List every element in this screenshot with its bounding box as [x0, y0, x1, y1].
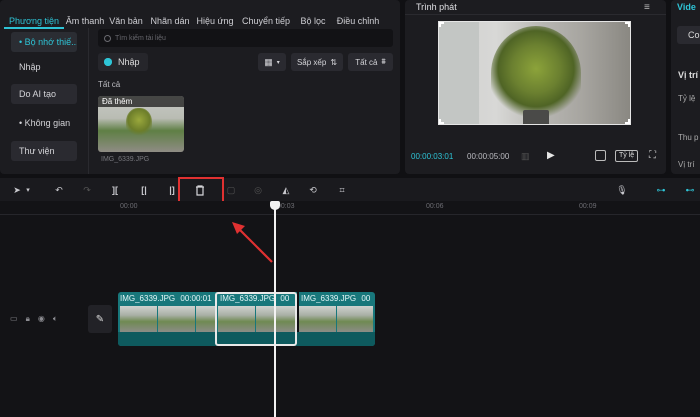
video-preview[interactable]: [438, 21, 631, 125]
import-button[interactable]: Nhập: [98, 53, 148, 71]
inspector-tab[interactable]: Co: [677, 26, 700, 44]
clip-3[interactable]: IMG_6339.JPG 00: [299, 293, 375, 305]
sidebar-item-library[interactable]: Thư viện: [11, 141, 77, 161]
playhead-line[interactable]: [274, 204, 276, 417]
search-input[interactable]: Tìm kiếm tài liệu: [98, 29, 393, 47]
sort-button[interactable]: Sắp xếp ⇅: [291, 53, 343, 71]
selected-clip-outline[interactable]: [215, 292, 297, 346]
ratio-button[interactable]: Tỷ lệ: [615, 150, 639, 162]
rotate-icon[interactable]: ⟲: [304, 182, 322, 198]
preview-handle-br[interactable]: [625, 119, 630, 124]
arrow-shaft: [236, 226, 273, 263]
current-time: 00:00:03:01: [411, 152, 454, 161]
player-title: Trình phát: [416, 2, 457, 12]
timeline-view-icon[interactable]: ▥: [521, 151, 530, 162]
edit-cover-button[interactable]: ✎: [88, 305, 112, 333]
import-radio-icon: [104, 58, 112, 66]
player-menu-icon[interactable]: ≡: [644, 2, 650, 13]
player-divider: [405, 14, 666, 15]
preview-handle-tr[interactable]: [625, 22, 630, 27]
fullscreen-icon[interactable]: ⛶: [649, 150, 656, 161]
search-icon: [104, 34, 111, 42]
section-title: Tất cả: [98, 80, 121, 89]
redo-icon[interactable]: ↷: [78, 182, 96, 198]
chevron-down-icon: ▾: [276, 59, 280, 66]
freeze-icon[interactable]: ▢: [222, 182, 240, 198]
clip-frame: [120, 306, 157, 332]
media-thumbnail[interactable]: Đã thêm: [98, 96, 184, 152]
annotation-arrow: [232, 222, 273, 263]
view-toggle-button[interactable]: ▦ ▾: [258, 53, 286, 71]
preview-plant: [491, 26, 581, 121]
tab-adjust[interactable]: Điều chỉnh: [333, 2, 383, 26]
lock-icon[interactable]: 🔒︎: [26, 314, 30, 324]
preview-wall: [439, 22, 479, 124]
link-clips-icon[interactable]: ⊶: [652, 182, 670, 198]
tab-transitions[interactable]: Chuyển tiếp: [239, 2, 293, 26]
thumbnail-filename: IMG_6339.JPG: [101, 156, 150, 163]
clip-frame: [337, 306, 373, 332]
preview-handle-bl[interactable]: [439, 119, 444, 124]
tab-effects[interactable]: Hiệu ứng: [194, 2, 236, 26]
clip-1[interactable]: IMG_6339.JPG 00:00:01: [118, 293, 216, 305]
filter-button[interactable]: Tất cả ⩩: [348, 53, 393, 71]
chevron-down-icon[interactable]: ▾: [23, 182, 33, 198]
sidebar-item-local[interactable]: • Bộ nhớ thiế...: [11, 32, 77, 52]
active-tab-indicator: [4, 27, 64, 29]
preview-pot: [523, 110, 549, 124]
magnet-icon[interactable]: ⊷: [682, 182, 698, 198]
crop-icon[interactable]: ⌗: [333, 182, 351, 198]
sidebar-item-import[interactable]: Nhập: [11, 57, 77, 77]
tab-text[interactable]: Văn bản: [108, 2, 144, 26]
preview-handle-tl[interactable]: [439, 22, 444, 27]
ruler-label-0: 00:00: [120, 203, 138, 210]
sidebar-divider: [88, 28, 89, 174]
thumbnail-plant: [126, 108, 152, 138]
tab-stickers[interactable]: Nhãn dán: [148, 2, 192, 26]
inspector-label-position-2: Vị trí: [678, 160, 695, 169]
microphone-icon[interactable]: 🎙: [613, 182, 631, 198]
thumbnail-badge: Đã thêm: [98, 96, 184, 107]
split-icon[interactable]: ][: [106, 182, 124, 198]
grid-icon: ▦: [264, 56, 273, 67]
filter-icon: ⩩: [381, 57, 386, 66]
record-icon[interactable]: ◎: [249, 182, 267, 198]
clip-frame: [299, 306, 336, 332]
tab-media[interactable]: Phương tiện: [4, 2, 64, 26]
tab-audio[interactable]: Âm thanh: [64, 2, 106, 26]
cover-icon[interactable]: ▭: [10, 314, 18, 324]
clip-separator: [297, 292, 299, 332]
mirror-icon[interactable]: ◭: [277, 182, 295, 198]
undo-icon[interactable]: ↶: [50, 182, 68, 198]
inspector-header: Vide: [677, 2, 696, 12]
inspector-label-scale: Tỷ lệ: [678, 94, 696, 103]
total-time: 00:00:05:00: [467, 152, 510, 161]
ruler-label-6: 00:06: [426, 203, 444, 210]
pencil-icon: ✎: [95, 313, 105, 325]
ruler-label-9: 00:09: [579, 203, 597, 210]
sidebar-item-ai[interactable]: Do AI tạo: [11, 84, 77, 104]
eye-icon[interactable]: ◉: [38, 314, 45, 324]
speaker-icon[interactable]: 🔈︎: [53, 314, 58, 324]
play-icon[interactable]: ▶: [547, 150, 555, 161]
playhead-handle[interactable]: [270, 201, 280, 210]
clip-frame: [196, 306, 216, 332]
track-header: ▭ 🔒︎ ◉ 🔈︎: [10, 314, 58, 324]
split-left-icon[interactable]: [|: [135, 182, 153, 198]
sort-icon: ⇅: [330, 57, 338, 67]
sidebar-item-space[interactable]: • Không gian: [11, 113, 77, 133]
fit-screen-icon[interactable]: [595, 150, 606, 161]
clip-frame: [158, 306, 195, 332]
inspector-label-zoom: Thu p: [678, 133, 699, 142]
tab-filters[interactable]: Bộ lọc: [296, 2, 330, 26]
inspector-label-position: Vị trí: [678, 70, 699, 80]
